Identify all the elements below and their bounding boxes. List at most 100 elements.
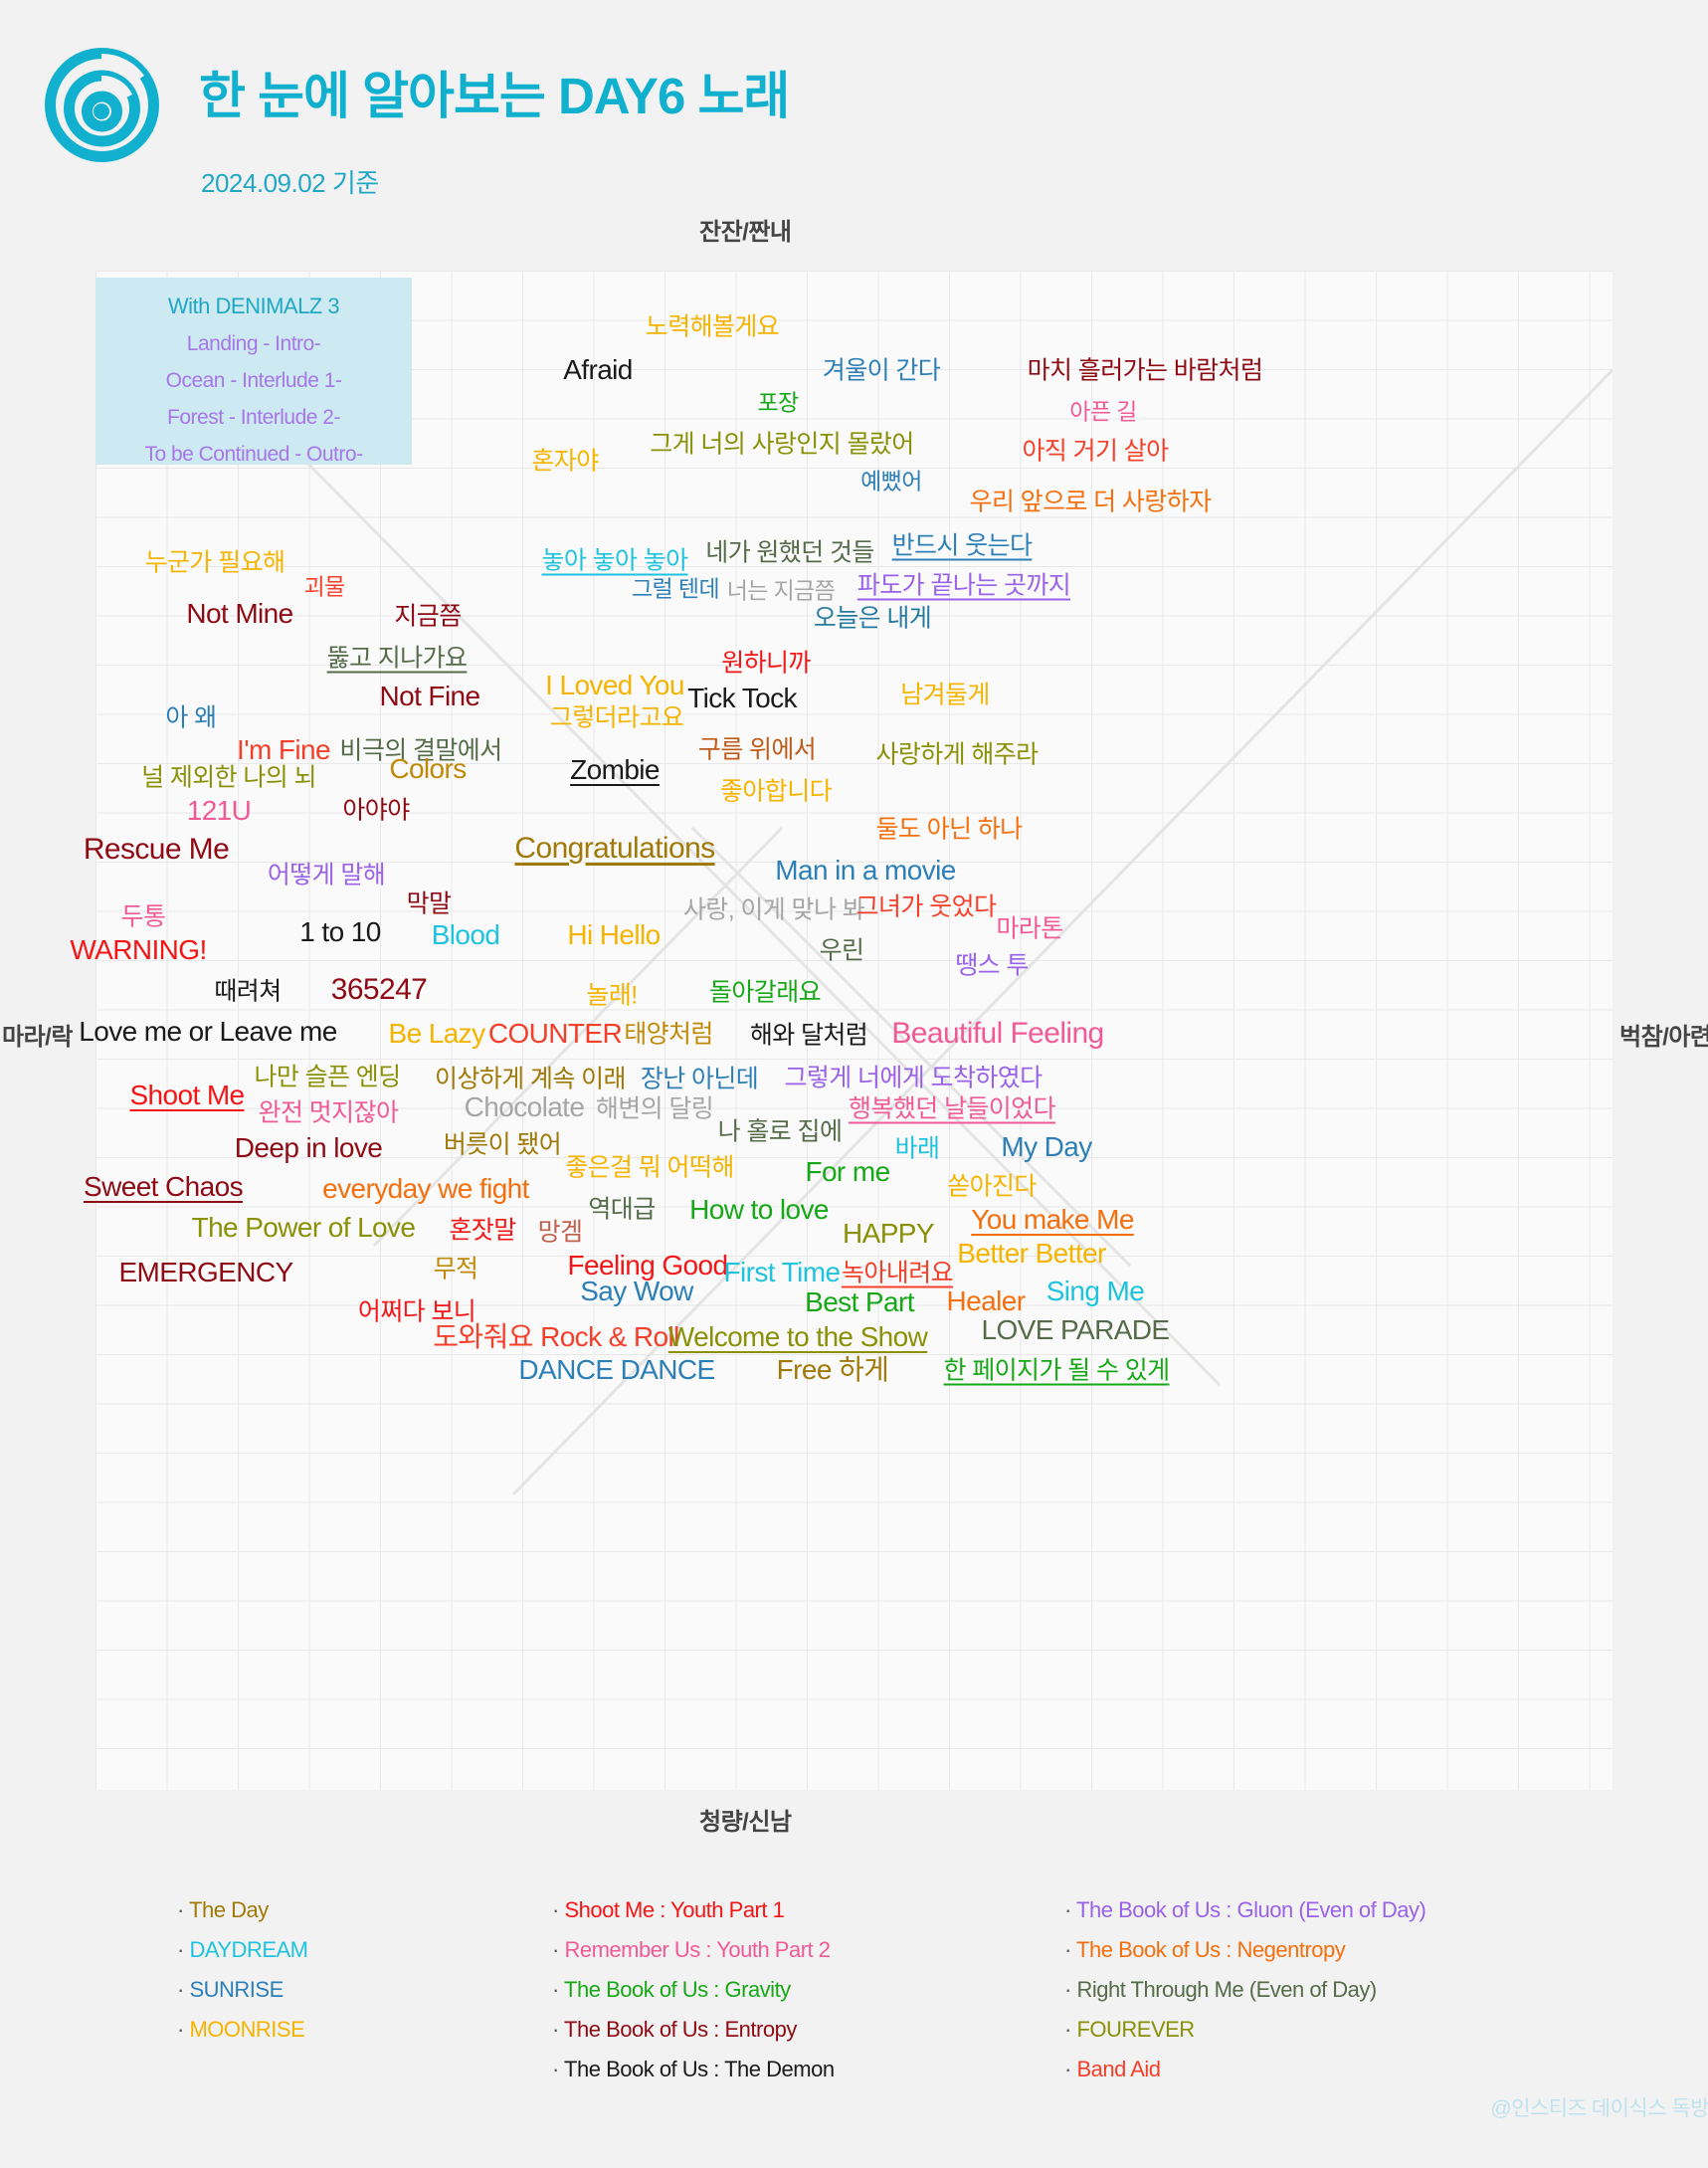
song-label: Hi Hello xyxy=(567,919,661,950)
legend-bullet-icon: · xyxy=(552,1977,565,2002)
legend-item-label: Right Through Me (Even of Day) xyxy=(1076,1977,1377,2002)
song-label: HAPPY xyxy=(843,1218,935,1249)
legend-item: · The Day xyxy=(177,1890,308,1930)
song-label: Shoot Me xyxy=(129,1080,245,1110)
legend-item: · FOUREVER xyxy=(1064,2010,1425,2050)
song-label: Rescue Me xyxy=(83,833,230,866)
song-label: 그렇게 너에게 도착하였다 xyxy=(784,1064,1043,1092)
legend-bullet-icon: · xyxy=(1064,2017,1077,2042)
song-label: 해변의 달링 xyxy=(595,1094,714,1123)
song-label: LOVE PARADE xyxy=(981,1314,1171,1345)
legend-bullet-icon: · xyxy=(1064,1937,1077,1962)
legend-item: · The Book of Us : Gravity xyxy=(552,1970,835,2010)
song-label: 아야야 xyxy=(342,796,410,825)
legend-item-label: SUNRISE xyxy=(189,1977,284,2002)
day6-spiral-logo xyxy=(45,48,159,162)
song-label: 무적 xyxy=(433,1255,478,1283)
song-label: 아픈 길 xyxy=(1069,398,1137,425)
song-label: 녹아내려요 xyxy=(841,1259,954,1287)
song-label: 121U xyxy=(186,795,252,826)
song-label: 혼잣말 xyxy=(449,1216,516,1245)
song-label: 이상하게 계속 이래 xyxy=(435,1065,627,1093)
song-label: Sweet Chaos xyxy=(84,1171,244,1202)
legend-item-label: DAYDREAM xyxy=(189,1937,308,1962)
denimalz-line: To be Continued - Outro- xyxy=(144,443,363,466)
legend-item: · Right Through Me (Even of Day) xyxy=(1064,1970,1425,2010)
song-label: Better Better xyxy=(957,1238,1106,1269)
denimalz-title: With DENIMALZ 3 xyxy=(167,294,340,318)
song-label: 돌아갈래요 xyxy=(708,978,822,1007)
song-label: 마라톤 xyxy=(996,914,1063,943)
song-label: 버릇이 됐어 xyxy=(443,1130,562,1159)
legend-bullet-icon: · xyxy=(1064,1977,1077,2002)
song-label: 때려쳐 xyxy=(214,977,282,1006)
legend-item: · The Book of Us : Entropy xyxy=(552,2010,835,2050)
legend-item: · Shoot Me : Youth Part 1 xyxy=(552,1890,835,1930)
song-label: How to love xyxy=(689,1194,829,1225)
page-subtitle: 2024.09.02 기준 xyxy=(201,168,379,198)
song-label: Say Wow xyxy=(580,1276,693,1306)
page-title: 한 눈에 알아보는 DAY6 노래 xyxy=(199,68,790,124)
song-label: Free 하게 xyxy=(776,1354,889,1385)
legend-item-label: Shoot Me : Youth Part 1 xyxy=(564,1897,785,1922)
song-label: Not Fine xyxy=(379,681,480,711)
song-label: Sing Me xyxy=(1045,1276,1145,1306)
song-label: WARNING! xyxy=(70,934,207,965)
legend-item: · Band Aid xyxy=(1064,2050,1425,2089)
song-label: 포장 xyxy=(757,389,799,416)
denimalz-line: Ocean - Interlude 1- xyxy=(165,369,342,392)
legend-bullet-icon: · xyxy=(552,2057,565,2081)
song-label: 널 제외한 나의 뇌 xyxy=(141,763,316,792)
song-label: 해와 달처럼 xyxy=(749,1021,868,1050)
song-label: 1 to 10 xyxy=(299,916,381,947)
song-label: 장난 아닌데 xyxy=(640,1065,759,1093)
song-label: 태양처럼 xyxy=(624,1020,713,1049)
song-label: DANCE DANCE xyxy=(518,1354,715,1385)
legend-item-label: Band Aid xyxy=(1076,2057,1161,2081)
song-label: 마치 흘러가는 바람처럼 xyxy=(1027,356,1263,385)
song-label: 나만 슬픈 엔딩 xyxy=(254,1063,401,1091)
legend-bullet-icon: · xyxy=(552,2017,565,2042)
legend-item-label: Remember Us : Youth Part 2 xyxy=(564,1937,831,1962)
song-label: First Time xyxy=(723,1257,841,1287)
song-label: Be Lazy xyxy=(388,1018,486,1049)
legend-item: · MOONRISE xyxy=(177,2010,308,2050)
legend-column: · The Book of Us : Gluon (Even of Day) · … xyxy=(1064,1890,1426,2089)
song-label: 예뻤어 xyxy=(860,468,922,494)
song-label: Healer xyxy=(946,1285,1026,1316)
axis-label-left: 마라/락 xyxy=(2,1024,73,1051)
song-label: 누군가 필요해 xyxy=(144,548,285,577)
legend-bullet-icon: · xyxy=(177,1937,190,1962)
song-label: 원하니까 xyxy=(721,649,811,678)
axis-label-top: 잔잔/짠내 xyxy=(699,219,792,246)
song-label: Welcome to the Show xyxy=(667,1321,928,1352)
song-label: Zombie xyxy=(570,754,660,785)
legend-column: · The Day · DAYDREAM · SUNRISE · MOONRISE xyxy=(177,1890,308,2050)
song-label: 사랑하게 해주라 xyxy=(875,740,1039,769)
song-label: 바래 xyxy=(894,1134,940,1163)
song-label: I'm Fine xyxy=(237,734,331,765)
song-label: 네가 원했던 것들 xyxy=(705,538,874,567)
song-label: Deep in love xyxy=(234,1132,383,1163)
song-label: 좋아합니다 xyxy=(719,777,833,806)
song-label: 혼자야 xyxy=(531,447,599,476)
legend-item-label: MOONRISE xyxy=(189,2017,305,2042)
legend-item-label: The Book of Us : Entropy xyxy=(564,2017,797,2042)
song-label: 반드시 웃는다 xyxy=(891,531,1033,560)
denimalz-line: Landing - Intro- xyxy=(186,332,321,355)
legend-item-label: The Day xyxy=(189,1897,269,1922)
legend-bullet-icon: · xyxy=(552,1897,565,1922)
song-label: 파도가 끝나는 곳까지 xyxy=(856,571,1071,600)
song-label: 둘도 아닌 하나 xyxy=(875,815,1023,844)
legend-item-label: FOUREVER xyxy=(1076,2017,1195,2042)
legend-item: · SUNRISE xyxy=(177,1970,308,2010)
legend-item-label: The Book of Us : Negentropy xyxy=(1076,1937,1346,1962)
song-label: everyday we fight xyxy=(322,1173,529,1204)
song-label: Congratulations xyxy=(514,832,715,865)
song-label: I Loved You xyxy=(545,670,684,700)
song-label: 어떻게 말해 xyxy=(267,861,386,889)
song-label: 아 왜 xyxy=(165,703,217,732)
song-label: 두통 xyxy=(120,902,166,931)
song-label: Afraid xyxy=(563,354,633,385)
song-label: Colors xyxy=(389,753,467,784)
